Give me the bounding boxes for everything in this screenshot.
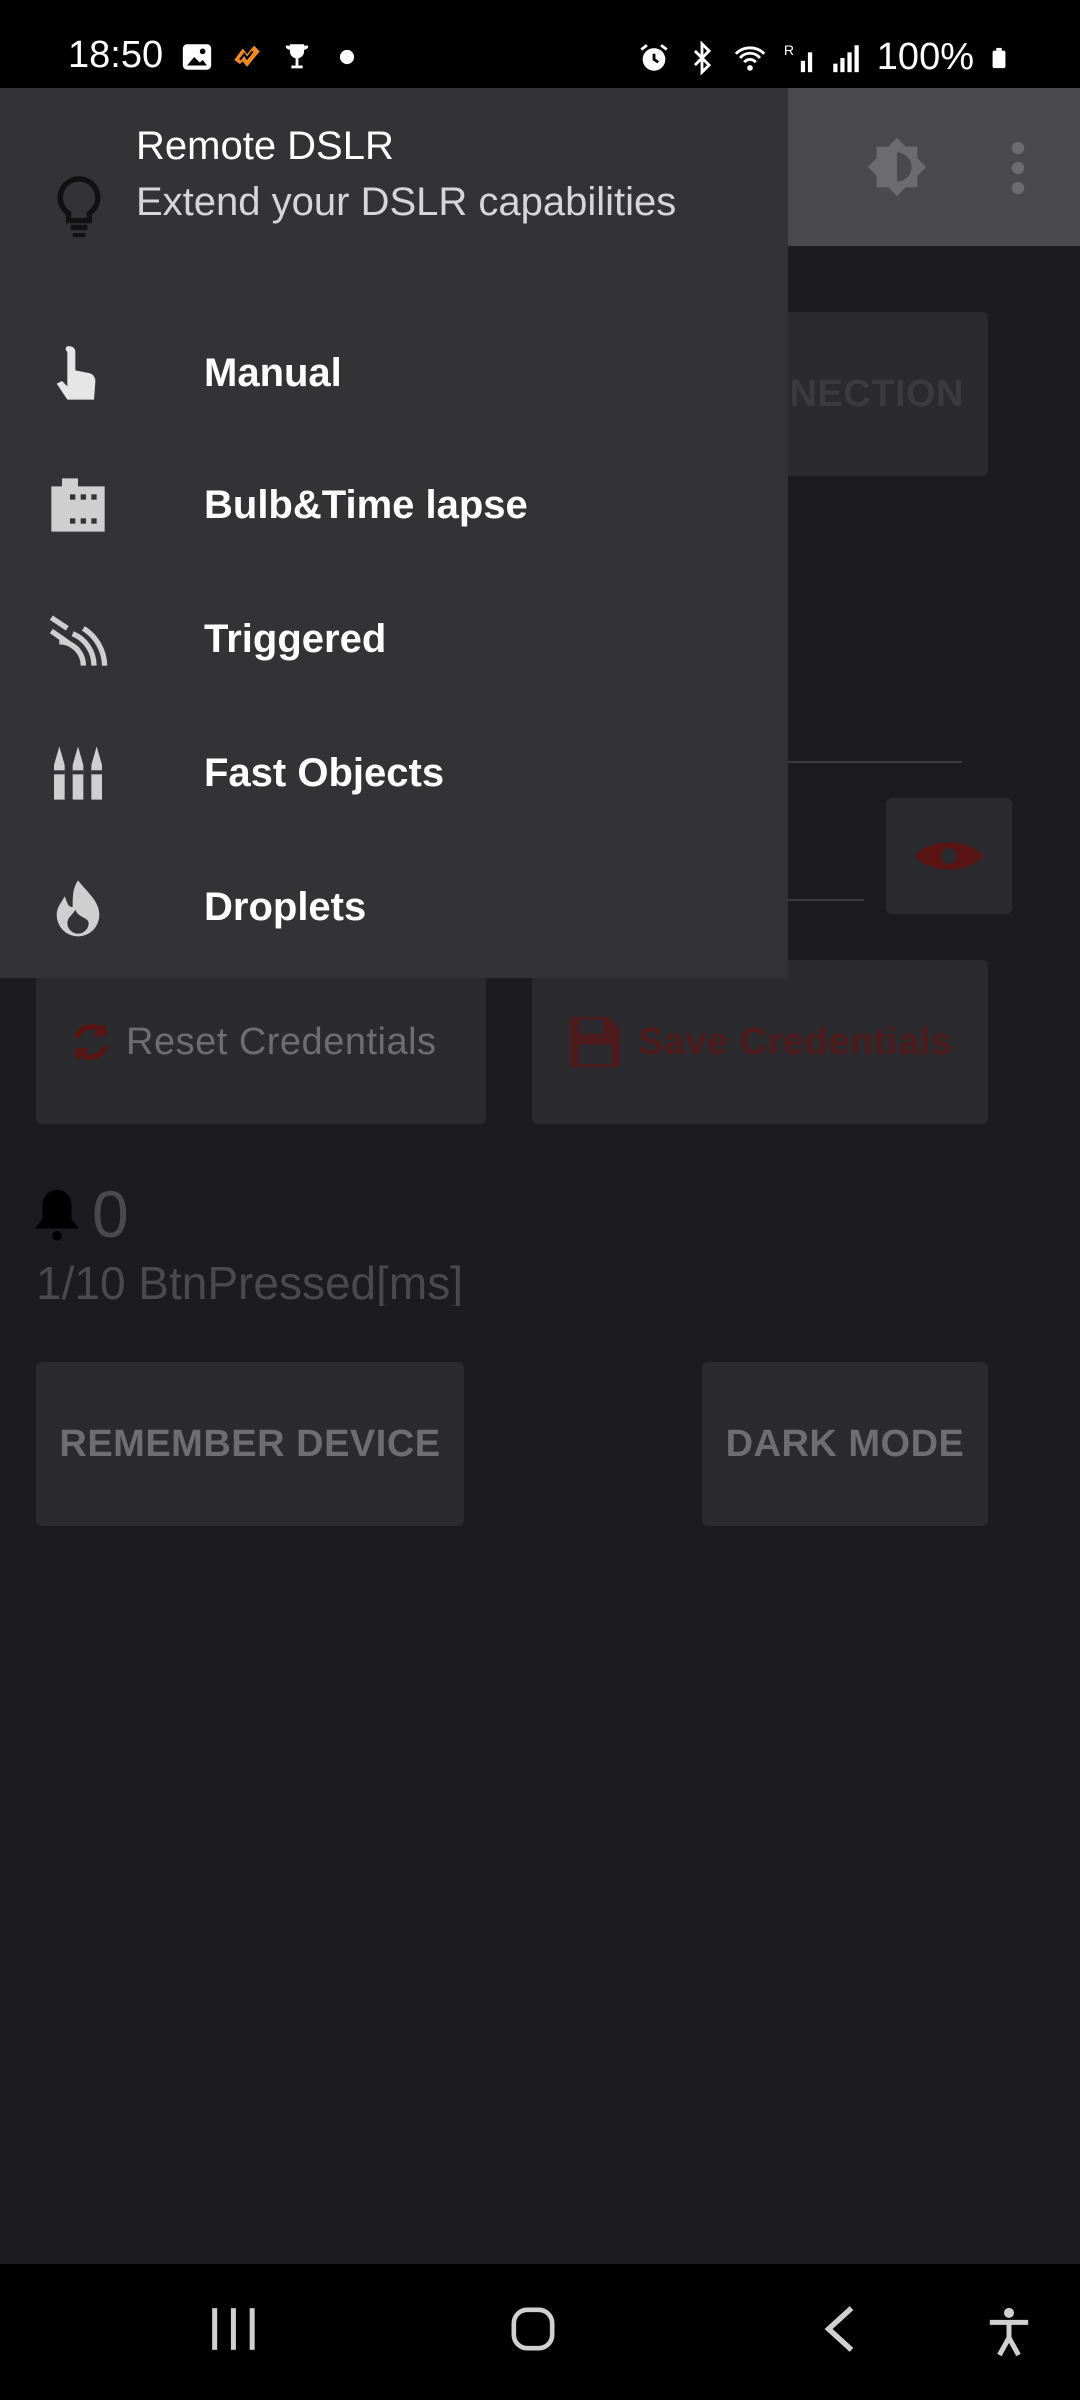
battery-percent: 100%: [876, 36, 974, 78]
bullets-icon: [54, 746, 102, 800]
bell-icon: [35, 1189, 79, 1241]
remember-device-button[interactable]: REMEMBER DEVICE: [36, 1362, 464, 1526]
trophy-icon: [285, 44, 309, 69]
dark-mode-button[interactable]: DARK MODE: [702, 1362, 988, 1526]
drawer-item-label: Bulb&Time lapse: [204, 482, 528, 527]
battery-icon: [992, 47, 1006, 68]
drawer-subtitle: Extend your DSLR capabilities: [136, 180, 677, 224]
drawer-item-triggered[interactable]: Triggered: [0, 574, 788, 704]
drawer-item-manual[interactable]: Manual: [0, 308, 788, 438]
brightness-icon[interactable]: [862, 132, 932, 202]
drawer-item-bulb-time-lapse[interactable]: Bulb&Time lapse: [0, 440, 788, 570]
drawer-item-droplets[interactable]: Droplets: [0, 842, 788, 972]
show-password-button[interactable]: [886, 798, 1012, 914]
lightbulb-icon: [57, 176, 101, 238]
status-time: 18:50: [68, 34, 164, 76]
drawer-item-label: Fast Objects: [204, 750, 445, 795]
back-icon[interactable]: [822, 2304, 856, 2354]
drawer-item-fast-objects[interactable]: Fast Objects: [0, 708, 788, 838]
save-credentials-button[interactable]: Save Credentials: [532, 960, 988, 1124]
drawer-item-label: Droplets: [204, 884, 367, 929]
alarm-icon: [640, 43, 668, 71]
gallery-icon: [182, 44, 212, 70]
more-options-icon[interactable]: [1000, 138, 1036, 198]
flame-icon: [56, 880, 100, 937]
signal-waves-icon: [49, 615, 108, 666]
counter: 0: [28, 1176, 129, 1252]
drawer-title: Remote DSLR: [136, 124, 394, 168]
status-icons-right: R 100%: [637, 36, 1010, 79]
signal-r-icon: R: [784, 43, 812, 72]
recent-apps-icon[interactable]: [208, 2306, 258, 2352]
touch-icon: [56, 346, 96, 400]
status-icons-left: [180, 40, 364, 74]
input-underline: [780, 899, 864, 901]
system-navigation-bar: [0, 2264, 1080, 2400]
dot-icon: [339, 49, 355, 65]
status-bar: 18:50 R 100%: [0, 0, 1080, 88]
signal-icon: [833, 44, 859, 72]
refresh-icon: [73, 1023, 109, 1061]
reset-credentials-label: Reset Credentials: [126, 1020, 437, 1063]
strava-icon: [234, 45, 260, 67]
home-icon[interactable]: [510, 2306, 556, 2352]
input-underline: [780, 761, 962, 763]
reset-credentials-button[interactable]: Reset Credentials: [36, 960, 486, 1124]
drawer-item-label: Triggered: [204, 616, 387, 661]
accessibility-icon[interactable]: [986, 2306, 1032, 2358]
navigation-drawer: Remote DSLR Extend your DSLR capabilitie…: [0, 88, 788, 978]
svg-text:R: R: [784, 43, 794, 59]
save-credentials-label: Save Credentials: [638, 1020, 953, 1063]
save-icon: [570, 1017, 620, 1067]
drawer-item-label: Manual: [204, 350, 342, 395]
film-icon: [51, 478, 105, 532]
eye-icon: [915, 842, 983, 870]
wifi-call-icon: [734, 45, 765, 71]
btn-pressed-input[interactable]: 1/10 BtnPressed[ms]: [36, 1256, 536, 1306]
counter-value: 0: [92, 1177, 129, 1251]
bluetooth-icon: [693, 40, 711, 75]
